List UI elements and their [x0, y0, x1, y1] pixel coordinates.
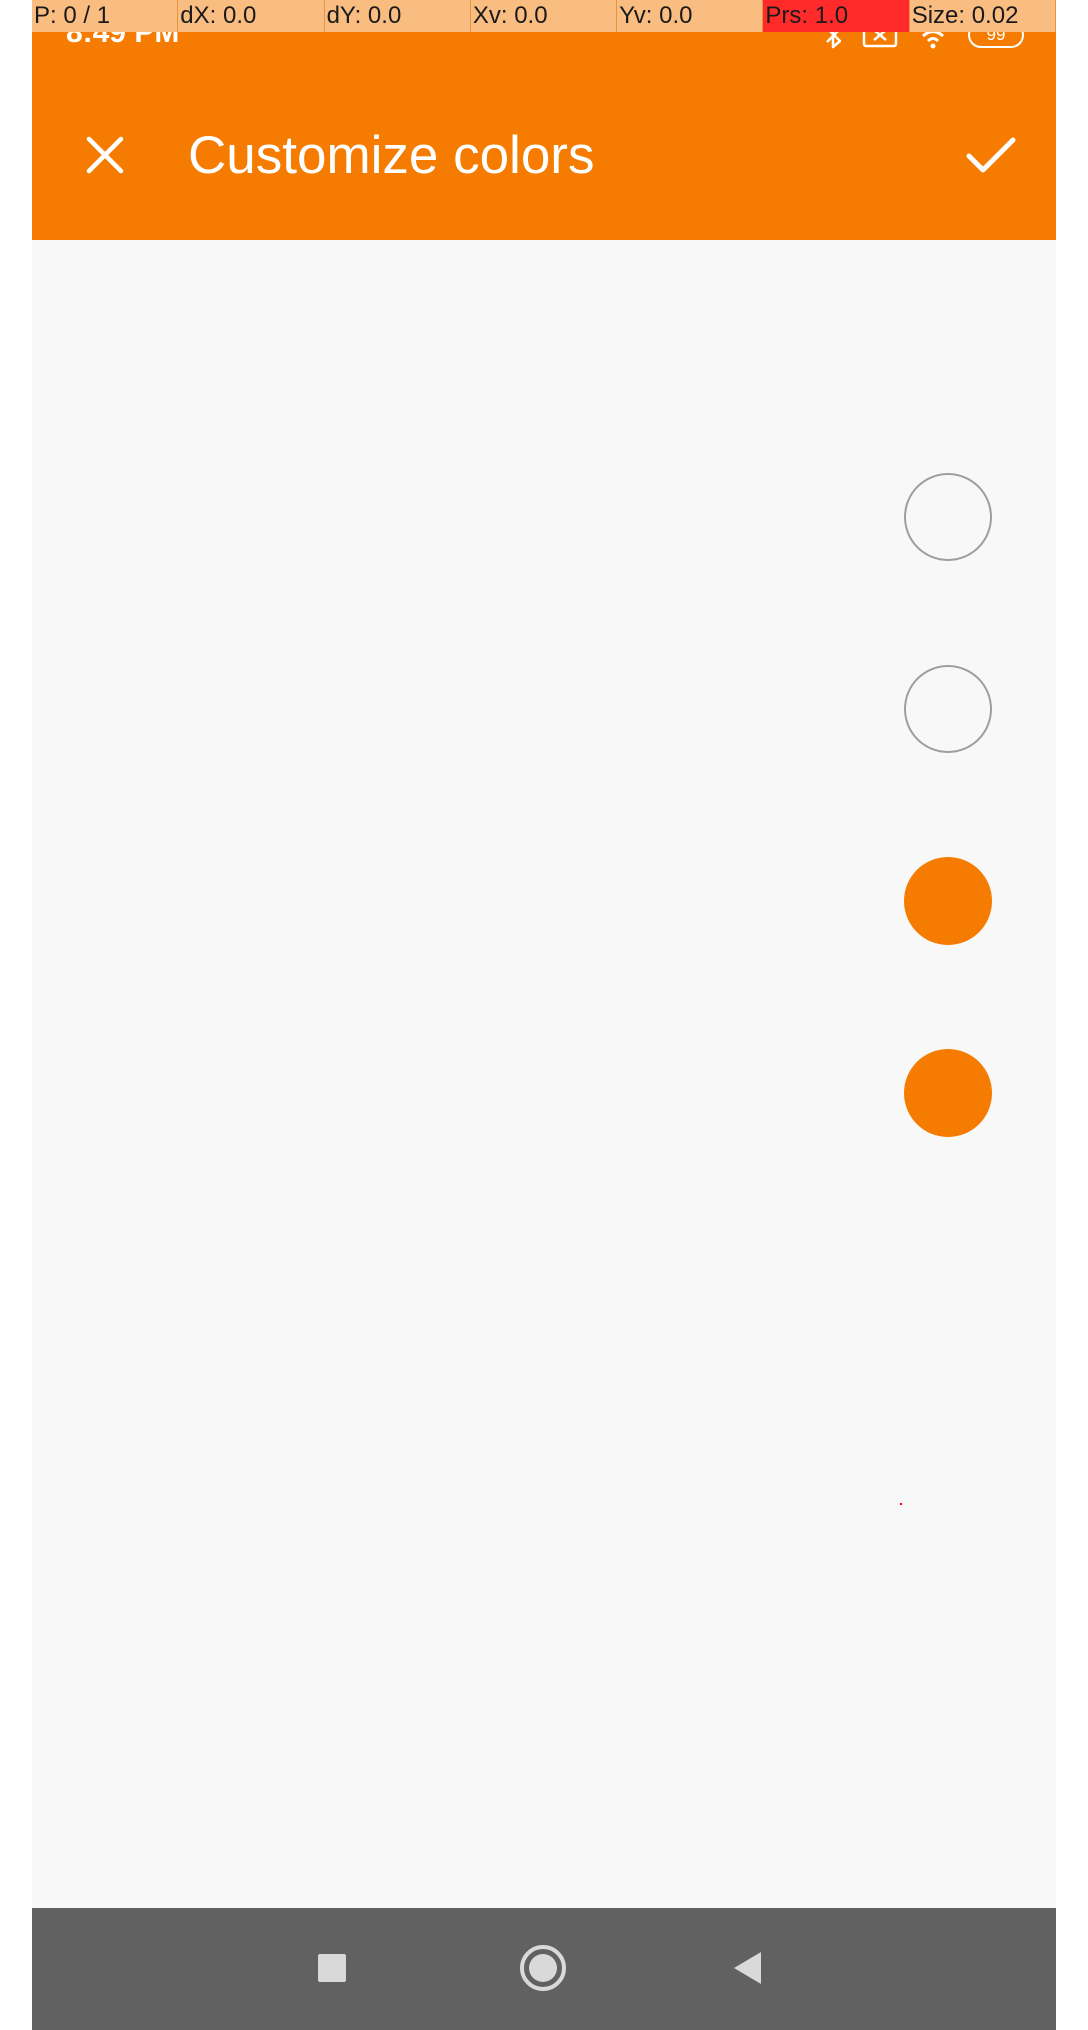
- home-button[interactable]: [503, 1928, 583, 2008]
- color-swatch-2[interactable]: [904, 665, 992, 753]
- back-triangle-icon: [734, 1952, 761, 1984]
- touch-trace-dot: [900, 1503, 902, 1505]
- pointer-location-overlay: P: 0 / 1 dX: 0.0 dY: 0.0 Xv: 0.0 Yv: 0.0…: [32, 0, 1056, 32]
- debug-size: Size: 0.02: [909, 0, 1056, 32]
- recents-square-icon: [318, 1954, 346, 1982]
- close-button[interactable]: [50, 100, 160, 210]
- back-button[interactable]: [708, 1928, 788, 2008]
- color-swatch-3[interactable]: [904, 857, 992, 945]
- screen: 8:49 PM 99 Customize colors P: 0 / 1 dX:…: [32, 0, 1056, 2030]
- color-swatch-4[interactable]: [904, 1049, 992, 1137]
- toolbar: Customize colors: [32, 100, 1056, 210]
- close-icon: [86, 136, 124, 174]
- debug-dy: dY: 0.0: [324, 0, 471, 32]
- recents-button[interactable]: [292, 1928, 372, 2008]
- debug-pressure: Prs: 1.0: [763, 0, 910, 32]
- color-swatch-1[interactable]: [904, 473, 992, 561]
- debug-xv: Xv: 0.0: [470, 0, 618, 32]
- confirm-button[interactable]: [936, 100, 1046, 210]
- home-circle-icon: [520, 1945, 566, 1991]
- debug-pointer-count: P: 0 / 1: [32, 0, 179, 32]
- page-title: Customize colors: [188, 125, 595, 185]
- debug-yv: Yv: 0.0: [617, 0, 764, 32]
- app-bar: 8:49 PM 99 Customize colors: [32, 0, 1056, 240]
- debug-dx: dX: 0.0: [178, 0, 325, 32]
- check-icon: [966, 137, 1016, 173]
- navigation-bar: [32, 1908, 1056, 2030]
